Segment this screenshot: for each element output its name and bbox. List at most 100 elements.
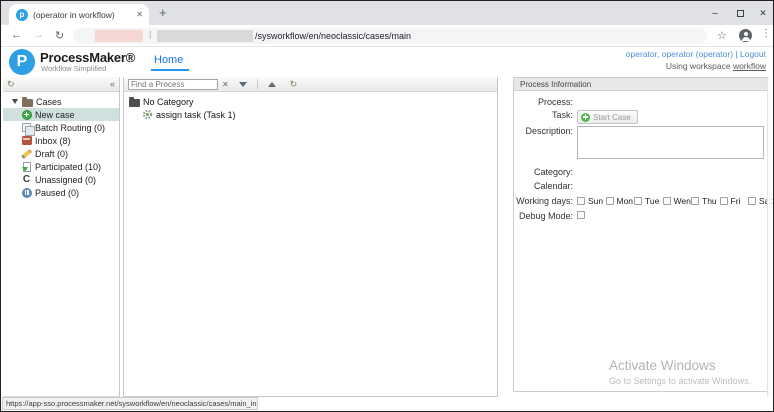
activate-windows-watermark: Activate Windows [609,358,716,373]
window-close-button[interactable]: ✕ [752,1,774,25]
working-day-tue-checkbox[interactable] [634,197,642,205]
description-field-label: Description: [514,126,577,136]
sidebar-item-label: Batch Routing (0) [35,123,105,133]
browser-tab[interactable]: p (operator in workflow) ✕ [9,4,149,25]
user-links: operator, operator (operator) | Logout [626,49,766,59]
category-field-row: Category: [514,167,770,177]
workspace-line: Using workspace workflow [666,61,766,71]
process-field-row: Process: [514,97,770,107]
brand-name: ProcessMaker® [40,50,135,65]
browser-window: p (operator in workflow) ✕ + – ✕ ← → ↻ |… [0,0,774,412]
cases-sidebar-toolbar: ↻ « [3,77,119,92]
debug-mode-label: Debug Mode: [514,211,577,221]
window-minimize-button[interactable]: – [704,1,726,25]
toolbar-separator [257,79,258,89]
working-day-thu: Thu [691,196,720,206]
working-day-fri-checkbox[interactable] [720,197,728,205]
processmaker-favicon-icon: p [16,9,28,21]
sidebar-item-label: Draft (0) [35,149,68,159]
description-field-row: Description: [514,126,770,159]
url-redacted-block-1 [95,30,143,42]
process-row-assign-task[interactable]: assign task (Task 1) [128,108,497,121]
browser-tab-bar: p (operator in workflow) ✕ + – ✕ [1,1,773,25]
window-maximize-button[interactable] [729,1,751,25]
back-icon[interactable]: ← [11,29,22,41]
sidebar-item-label: Inbox (8) [35,136,71,146]
maximize-icon [737,10,744,17]
sidebar-item-new-case[interactable]: New case [3,108,119,121]
expand-all-icon[interactable] [239,82,247,87]
task-field-label: Task: [514,110,577,120]
start-case-button[interactable]: Start Case [577,110,638,124]
debug-mode-checkbox[interactable] [577,211,585,219]
sidebar-refresh-icon[interactable]: ↻ [7,79,15,90]
process-field-label: Process: [514,97,577,107]
address-bar[interactable]: | /sysworkflow/en/neoclassic/cases/main [73,28,707,44]
category-label: No Category [143,97,194,107]
process-list-refresh-icon[interactable]: ↻ [290,79,298,90]
working-day-tue: Tue [634,196,663,206]
processmaker-logo-icon: P [9,49,35,75]
app-header: P ProcessMaker® Workflow Simplified Home… [1,47,773,77]
tree-node-cases[interactable]: Cases [3,95,119,108]
sidebar-item-draft[interactable]: Draft (0) [3,147,119,160]
process-search-toolbar: ✕ ↻ [124,77,497,92]
description-textarea[interactable] [577,126,764,159]
participated-icon [20,162,33,172]
calendar-field-label: Calendar: [514,181,577,191]
sidebar-item-paused[interactable]: Paused (0) [3,186,119,199]
sidebar-item-unassigned[interactable]: C Unassigned (0) [3,173,119,186]
forward-icon: → [33,29,44,41]
browser-toolbar: ← → ↻ | /sysworkflow/en/neoclassic/cases… [1,25,773,47]
home-tab-underline [151,69,189,71]
new-case-icon [20,110,33,120]
activate-windows-subtitle: Go to Settings to activate Windows. [609,376,751,386]
working-day-thu-checkbox[interactable] [691,197,699,205]
sidebar-item-participated[interactable]: Participated (10) [3,160,119,173]
tree-node-label: Cases [36,97,62,107]
process-list: No Category assign task (Task 1) [124,92,497,121]
logout-link[interactable]: Logout [740,49,766,59]
working-day-mon-checkbox[interactable] [606,197,614,205]
paused-icon [20,188,33,198]
process-gear-icon [141,109,154,120]
bookmark-star-icon[interactable]: ☆ [717,29,727,42]
sidebar-collapse-icon[interactable]: « [110,79,115,89]
find-process-input[interactable] [128,79,218,90]
working-days-row: Working days: Sun Mon Tue Wen Thu Fri Sa… [514,196,770,206]
working-day-sun-checkbox[interactable] [577,197,585,205]
tab-title: (operator in workflow) [33,10,132,20]
user-links-separator: | [733,49,740,59]
right-scrollbar[interactable] [767,77,771,397]
collapse-all-icon[interactable] [268,82,276,87]
sidebar-item-batch-routing[interactable]: Batch Routing (0) [3,121,119,134]
url-redacted-block-2 [157,30,253,42]
calendar-field-row: Calendar: [514,181,770,191]
new-tab-button[interactable]: + [159,5,167,20]
clear-search-icon[interactable]: ✕ [222,80,229,89]
workspace-prefix: Using workspace [666,61,733,71]
working-day-wen-checkbox[interactable] [663,197,671,205]
process-browser-panel: ✕ ↻ No Category assign task (Task 1) [123,77,498,397]
workspace-link[interactable]: workflow [733,61,766,71]
cases-sidebar: ↻ « Cases New case Batch Routing (0) Inb… [3,77,120,397]
expanded-caret-icon[interactable] [8,99,21,104]
tab-home[interactable]: Home [154,54,183,66]
working-day-fri: Fri [720,196,749,206]
working-days-checkboxes: Sun Mon Tue Wen Thu Fri Sat [577,196,774,206]
browser-menu-icon[interactable]: ⋮ [761,28,771,39]
user-account-link[interactable]: operator, operator (operator) [626,49,733,59]
category-row[interactable]: No Category [128,95,497,108]
sidebar-item-label: Unassigned (0) [35,175,96,185]
reload-icon[interactable]: ↻ [55,29,64,42]
working-day-sat-checkbox[interactable] [748,197,756,205]
sidebar-item-label: New case [35,110,75,120]
sidebar-item-inbox[interactable]: Inbox (8) [3,134,119,147]
tab-close-icon[interactable]: ✕ [136,10,143,19]
sidebar-item-label: Paused (0) [35,188,79,198]
process-information-panel: Process Information Process: Task: Start… [513,77,771,392]
cases-tree: Cases New case Batch Routing (0) Inbox (… [3,92,119,199]
sidebar-item-label: Participated (10) [35,162,101,172]
profile-avatar-icon[interactable] [739,29,752,42]
brand-tagline: Workflow Simplified [41,64,106,73]
